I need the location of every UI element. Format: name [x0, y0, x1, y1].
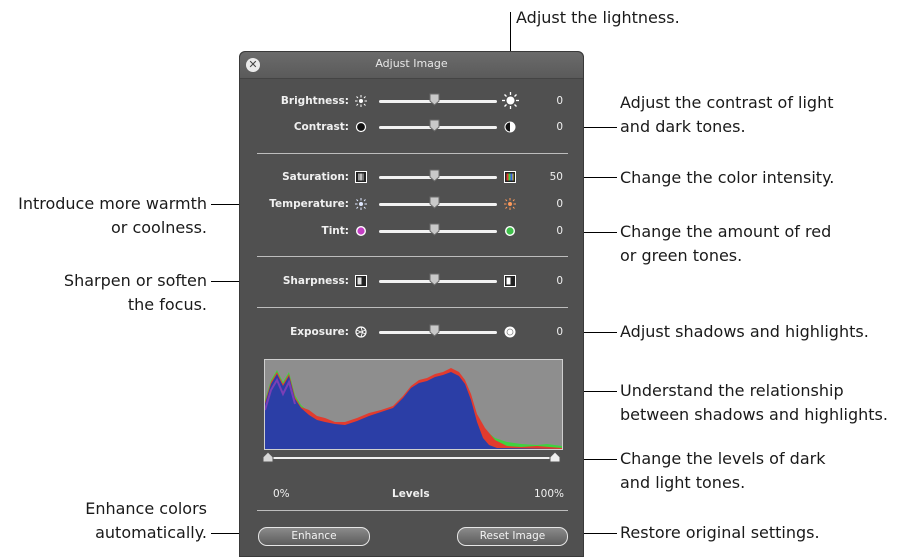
temperature-label: Temperature:: [269, 198, 349, 210]
saturation-label: Saturation:: [282, 171, 349, 183]
callout-sharpness-line2: the focus.: [127, 295, 207, 314]
callout-reset: Restore original settings.: [620, 523, 820, 542]
tint-row: Tint: 0: [240, 222, 585, 242]
saturation-slider-knob[interactable]: [429, 169, 440, 182]
callout-histogram-line2: between shadows and highlights.: [620, 405, 888, 424]
exposure-slider-knob[interactable]: [429, 324, 440, 337]
adjust-image-panel: ✕ Adjust Image Brightness: 0 Contrast: 0…: [239, 51, 584, 557]
temperature-slider-knob[interactable]: [429, 196, 440, 209]
saturation-low-icon: [355, 171, 367, 183]
sharpness-soft-icon: [355, 275, 367, 287]
contrast-high-icon: [504, 121, 516, 133]
separator-4: [257, 510, 568, 511]
title-bar: ✕ Adjust Image: [240, 52, 583, 79]
window-title: Adjust Image: [375, 57, 448, 70]
callout-contrast-line1: Adjust the contrast of light: [620, 93, 834, 112]
exposure-high-icon: [504, 326, 516, 338]
levels-black-point-handle[interactable]: [262, 451, 274, 463]
callout-enhance-line2: automatically.: [95, 523, 207, 542]
saturation-value: 50: [549, 171, 563, 183]
sun-large-icon: [502, 92, 519, 109]
saturation-row: Saturation: 50: [240, 168, 585, 188]
sun-small-icon: [355, 95, 367, 107]
separator-2: [257, 256, 568, 257]
temperature-value: 0: [556, 198, 563, 210]
enhance-button[interactable]: Enhance: [258, 527, 370, 546]
callout-saturation: Change the color intensity.: [620, 168, 835, 187]
callout-temperature-line1: Introduce more warmth: [18, 194, 207, 213]
callout-histogram-line1: Understand the relationship: [620, 381, 844, 400]
sharpness-value: 0: [556, 275, 563, 287]
callout-enhance-line1: Enhance colors: [85, 499, 207, 518]
temperature-cool-icon: [355, 198, 367, 210]
brightness-label: Brightness:: [280, 95, 349, 107]
temperature-row: Temperature: 0: [240, 195, 585, 215]
brightness-slider-knob[interactable]: [429, 93, 440, 106]
callout-levels-line2: and light tones.: [620, 473, 746, 492]
separator-3: [257, 307, 568, 308]
histogram-graph: [264, 368, 562, 449]
sharpness-label: Sharpness:: [282, 275, 349, 287]
exposure-value: 0: [556, 326, 563, 338]
callout-levels-line1: Change the levels of dark: [620, 449, 826, 468]
contrast-label: Contrast:: [293, 121, 349, 133]
callout-contrast-line2: and dark tones.: [620, 117, 746, 136]
exposure-label: Exposure:: [290, 326, 349, 338]
separator-1: [257, 153, 568, 154]
levels-max-label: 100%: [533, 488, 564, 500]
brightness-value: 0: [556, 95, 563, 107]
tint-magenta-icon: [356, 226, 366, 236]
callout-tint-line1: Change the amount of red: [620, 222, 832, 241]
callout-tint-line2: or green tones.: [620, 246, 743, 265]
tint-label: Tint:: [321, 225, 349, 237]
sharpness-slider-knob[interactable]: [429, 273, 440, 286]
callout-sharpness-line1: Sharpen or soften: [63, 271, 207, 290]
contrast-value: 0: [556, 121, 563, 133]
brightness-row: Brightness: 0: [240, 92, 585, 112]
temperature-warm-icon: [504, 198, 516, 210]
exposure-row: Exposure: 0: [240, 323, 585, 343]
exposure-low-icon: [355, 326, 367, 338]
sharpness-sharp-icon: [504, 275, 516, 287]
levels-label: Levels: [392, 488, 430, 500]
contrast-row: Contrast: 0: [240, 118, 585, 138]
histogram: [264, 359, 563, 450]
callout-exposure: Adjust shadows and highlights.: [620, 322, 869, 341]
tint-value: 0: [556, 225, 563, 237]
saturation-high-icon: [504, 171, 516, 183]
reset-image-button[interactable]: Reset Image: [457, 527, 568, 546]
sharpness-row: Sharpness: 0: [240, 272, 585, 292]
levels-slider[interactable]: [268, 457, 555, 459]
tint-green-icon: [505, 226, 515, 236]
callout-temperature-line2: or coolness.: [110, 218, 207, 237]
tint-slider-knob[interactable]: [429, 223, 440, 236]
contrast-low-icon: [355, 121, 367, 133]
callout-lightness: Adjust the lightness.: [516, 8, 680, 27]
contrast-slider-knob[interactable]: [429, 119, 440, 132]
levels-min-label: 0%: [273, 488, 290, 500]
levels-white-point-handle[interactable]: [549, 451, 561, 463]
